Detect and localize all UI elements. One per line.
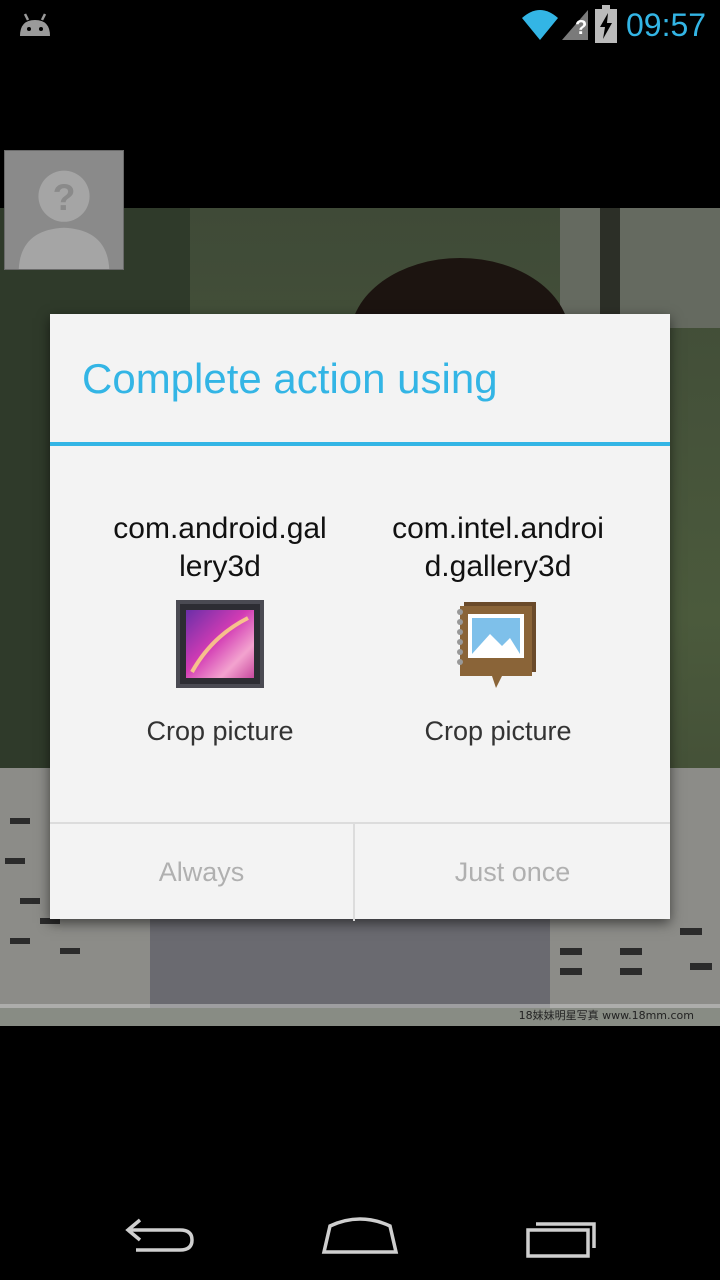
contact-avatar[interactable]: ? [4,150,124,270]
battery-charging-icon [595,5,617,43]
navigation-bar [0,1184,720,1280]
watermark: 18妹妹明星写真 www.18mm.com [518,1009,694,1022]
photo-album-icon [457,602,536,688]
app-label: Crop picture [424,716,572,746]
app-package-name: com.intel.android.gallery3d [392,512,604,583]
back-icon[interactable] [122,1212,198,1256]
home-icon[interactable] [320,1210,400,1256]
recent-apps-icon[interactable] [524,1212,600,1258]
android-debug-icon [20,13,50,36]
status-clock: 09:57 [626,7,707,43]
app-option-intel-gallery[interactable]: com.intel.android.gallery3d Crop picture [358,510,638,750]
app-label: Crop picture [146,716,294,746]
screen: ? 09:57 18妹妹明星写真 www.18mm.com ? Complete… [0,0,720,1280]
app-package-name: com.android.gallery3d [113,512,327,583]
gallery-icon [176,600,264,688]
svg-text:?: ? [53,176,76,218]
wifi-icon [522,10,558,40]
svg-text:?: ? [575,17,587,39]
chooser-dialog: Complete action using com.android.galler… [50,314,670,921]
just-once-button[interactable]: Just once [355,824,670,921]
status-bar: ? 09:57 [0,0,720,50]
dialog-button-bar: Always Just once [50,822,670,921]
no-sim-signal-icon: ? [562,10,588,40]
dialog-title: Complete action using [82,355,498,402]
unknown-contact-icon: ? [18,170,110,269]
always-button[interactable]: Always [50,824,353,921]
dialog-title-divider [50,442,670,446]
app-option-android-gallery[interactable]: com.android.gallery3d Crop picture [80,510,360,750]
